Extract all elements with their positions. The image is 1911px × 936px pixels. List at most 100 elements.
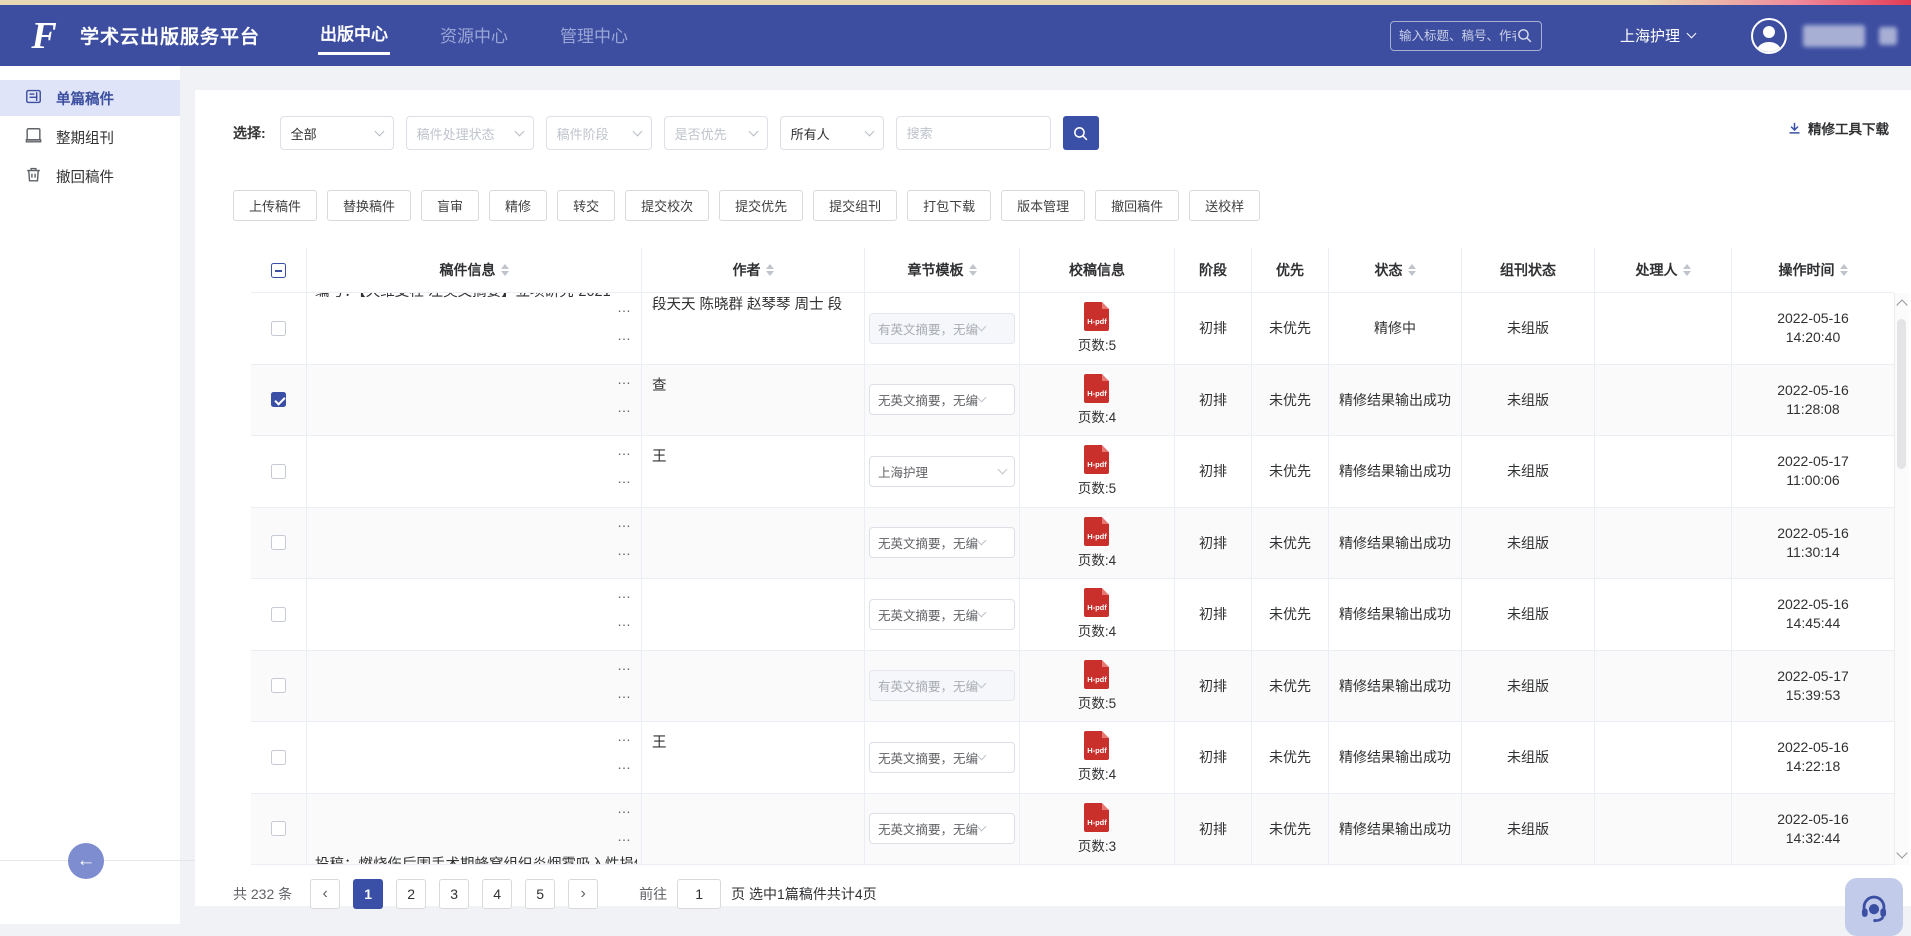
- action-button-5[interactable]: 转交: [557, 190, 615, 221]
- scroll-up-icon[interactable]: [1896, 299, 1907, 310]
- page-button-1[interactable]: 1: [353, 879, 383, 909]
- filter-select-1[interactable]: 全部: [280, 116, 394, 150]
- sort-icon[interactable]: [1683, 264, 1691, 276]
- scroll-down-icon[interactable]: [1896, 847, 1907, 858]
- manuscript-info-cell: ……: [307, 651, 642, 723]
- refine-tool-download-link[interactable]: 精修工具下载: [1787, 118, 1889, 138]
- user-avatar-icon[interactable]: [1751, 18, 1787, 54]
- chevron-down-icon: [977, 536, 987, 546]
- action-button-1[interactable]: 上传稿件: [233, 190, 317, 221]
- filter-select-5[interactable]: 所有人: [780, 116, 884, 150]
- chapter-template-select[interactable]: 无英文摘要，无编: [869, 527, 1015, 558]
- page-button-5[interactable]: 5: [525, 879, 555, 909]
- column-header-4: 章节模板: [865, 248, 1020, 293]
- action-button-11[interactable]: 撤回稿件: [1095, 190, 1179, 221]
- page-button-4[interactable]: 4: [482, 879, 512, 909]
- prev-page-button[interactable]: ‹: [310, 879, 340, 909]
- group-status-cell: 未组版: [1462, 365, 1595, 437]
- search-button[interactable]: [1063, 116, 1099, 150]
- status-cell: 精修结果输出成功: [1329, 436, 1462, 508]
- select-all-checkbox[interactable]: [271, 263, 286, 278]
- scrollbar-thumb[interactable]: [1897, 319, 1906, 469]
- filter-select-3[interactable]: 稿件阶段: [546, 116, 652, 150]
- pdf-file-label: H-pdf: [1084, 818, 1109, 827]
- trash-icon: [24, 165, 43, 188]
- chapter-template-select[interactable]: 无英文摘要，无编: [869, 813, 1015, 844]
- stage-cell: 初排: [1175, 579, 1252, 651]
- filter-select-2[interactable]: 稿件处理状态: [406, 116, 534, 150]
- status-cell: 精修结果输出成功: [1329, 651, 1462, 723]
- action-button-9[interactable]: 打包下载: [907, 190, 991, 221]
- page-count: 页数:3: [1078, 835, 1116, 855]
- action-button-6[interactable]: 提交校次: [625, 190, 709, 221]
- operation-time: 11:00:06: [1786, 471, 1839, 490]
- header-search-input[interactable]: [1399, 29, 1516, 43]
- hidden-text-ellipsis: …: [617, 399, 631, 415]
- action-button-2[interactable]: 替换稿件: [327, 190, 411, 221]
- app-header: F 学术云出版服务平台 出版中心资源中心管理中心 上海护理: [0, 5, 1911, 66]
- pdf-file-icon[interactable]: H-pdf: [1084, 445, 1109, 474]
- chapter-template-select[interactable]: 无英文摘要，无编: [869, 384, 1015, 415]
- action-button-3[interactable]: 盲审: [421, 190, 479, 221]
- chapter-template-select[interactable]: 无英文摘要，无编: [869, 742, 1015, 773]
- sort-icon[interactable]: [1840, 264, 1848, 276]
- chevron-down-icon: [632, 126, 642, 136]
- chevron-down-icon: [514, 126, 524, 136]
- operation-time: 14:45:44: [1786, 614, 1841, 633]
- operation-time: 15:39:53: [1786, 686, 1841, 705]
- row-checkbox[interactable]: [271, 607, 286, 622]
- row-checkbox[interactable]: [271, 535, 286, 550]
- row-checkbox[interactable]: [271, 750, 286, 765]
- row-checkbox[interactable]: [271, 821, 286, 836]
- back-button[interactable]: ←: [68, 843, 104, 879]
- pdf-file-icon[interactable]: H-pdf: [1084, 302, 1109, 331]
- pdf-file-icon[interactable]: H-pdf: [1084, 803, 1109, 832]
- chapter-template-value: 有英文摘要，无编: [878, 319, 978, 338]
- table-row-2: ……查无英文摘要，无编H-pdf页数:4初排未优先精修结果输出成功未组版2022…: [251, 365, 1909, 437]
- page-button-2[interactable]: 2: [396, 879, 426, 909]
- customer-service-button[interactable]: [1845, 878, 1903, 936]
- pdf-file-icon[interactable]: H-pdf: [1084, 517, 1109, 546]
- row-checkbox[interactable]: [271, 321, 286, 336]
- nav-item-2[interactable]: 资源中心: [438, 18, 510, 54]
- sort-icon[interactable]: [1408, 264, 1416, 276]
- back-arrow-icon: ←: [77, 850, 96, 872]
- handler-cell: [1595, 794, 1732, 866]
- table-scrollbar[interactable]: [1894, 293, 1909, 865]
- nav-item-1[interactable]: 出版中心: [318, 16, 390, 55]
- sort-icon[interactable]: [969, 264, 977, 276]
- pdf-file-icon[interactable]: H-pdf: [1084, 660, 1109, 689]
- row-select-cell: [251, 508, 307, 580]
- sidebar-item-1[interactable]: 单篇稿件: [0, 80, 180, 116]
- sidebar-item-2[interactable]: 整期组刊: [0, 119, 180, 155]
- sidebar-item-3[interactable]: 撤回稿件: [0, 158, 180, 194]
- filter-search-input[interactable]: [896, 116, 1051, 150]
- goto-page-input[interactable]: [677, 879, 721, 909]
- row-checkbox[interactable]: [271, 392, 286, 407]
- author-cell: 王: [642, 436, 865, 508]
- pdf-file-icon[interactable]: H-pdf: [1084, 374, 1109, 403]
- chapter-template-select[interactable]: 上海护理: [869, 456, 1015, 487]
- action-button-8[interactable]: 提交组刊: [813, 190, 897, 221]
- pdf-file-icon[interactable]: H-pdf: [1084, 731, 1109, 760]
- column-label: 校稿信息: [1069, 260, 1125, 280]
- action-button-7[interactable]: 提交优先: [719, 190, 803, 221]
- chapter-template-select[interactable]: 无英文摘要，无编: [869, 599, 1015, 630]
- next-page-button[interactable]: ›: [568, 879, 598, 909]
- pdf-file-icon[interactable]: H-pdf: [1084, 588, 1109, 617]
- sort-icon[interactable]: [766, 264, 774, 276]
- row-checkbox[interactable]: [271, 678, 286, 693]
- action-button-12[interactable]: 送校样: [1189, 190, 1260, 221]
- search-icon[interactable]: [1516, 27, 1533, 44]
- row-checkbox[interactable]: [271, 464, 286, 479]
- page-button-3[interactable]: 3: [439, 879, 469, 909]
- action-button-10[interactable]: 版本管理: [1001, 190, 1085, 221]
- operation-time-cell: 2022-05-1614:22:18: [1732, 722, 1894, 794]
- proof-info-cell: H-pdf页数:4: [1020, 365, 1175, 437]
- filter-select-4[interactable]: 是否优先: [664, 116, 768, 150]
- author-fragment: 王: [642, 436, 673, 468]
- sort-icon[interactable]: [501, 264, 509, 276]
- nav-item-3[interactable]: 管理中心: [558, 18, 630, 54]
- action-button-4[interactable]: 精修: [489, 190, 547, 221]
- org-switcher[interactable]: 上海护理: [1620, 25, 1695, 46]
